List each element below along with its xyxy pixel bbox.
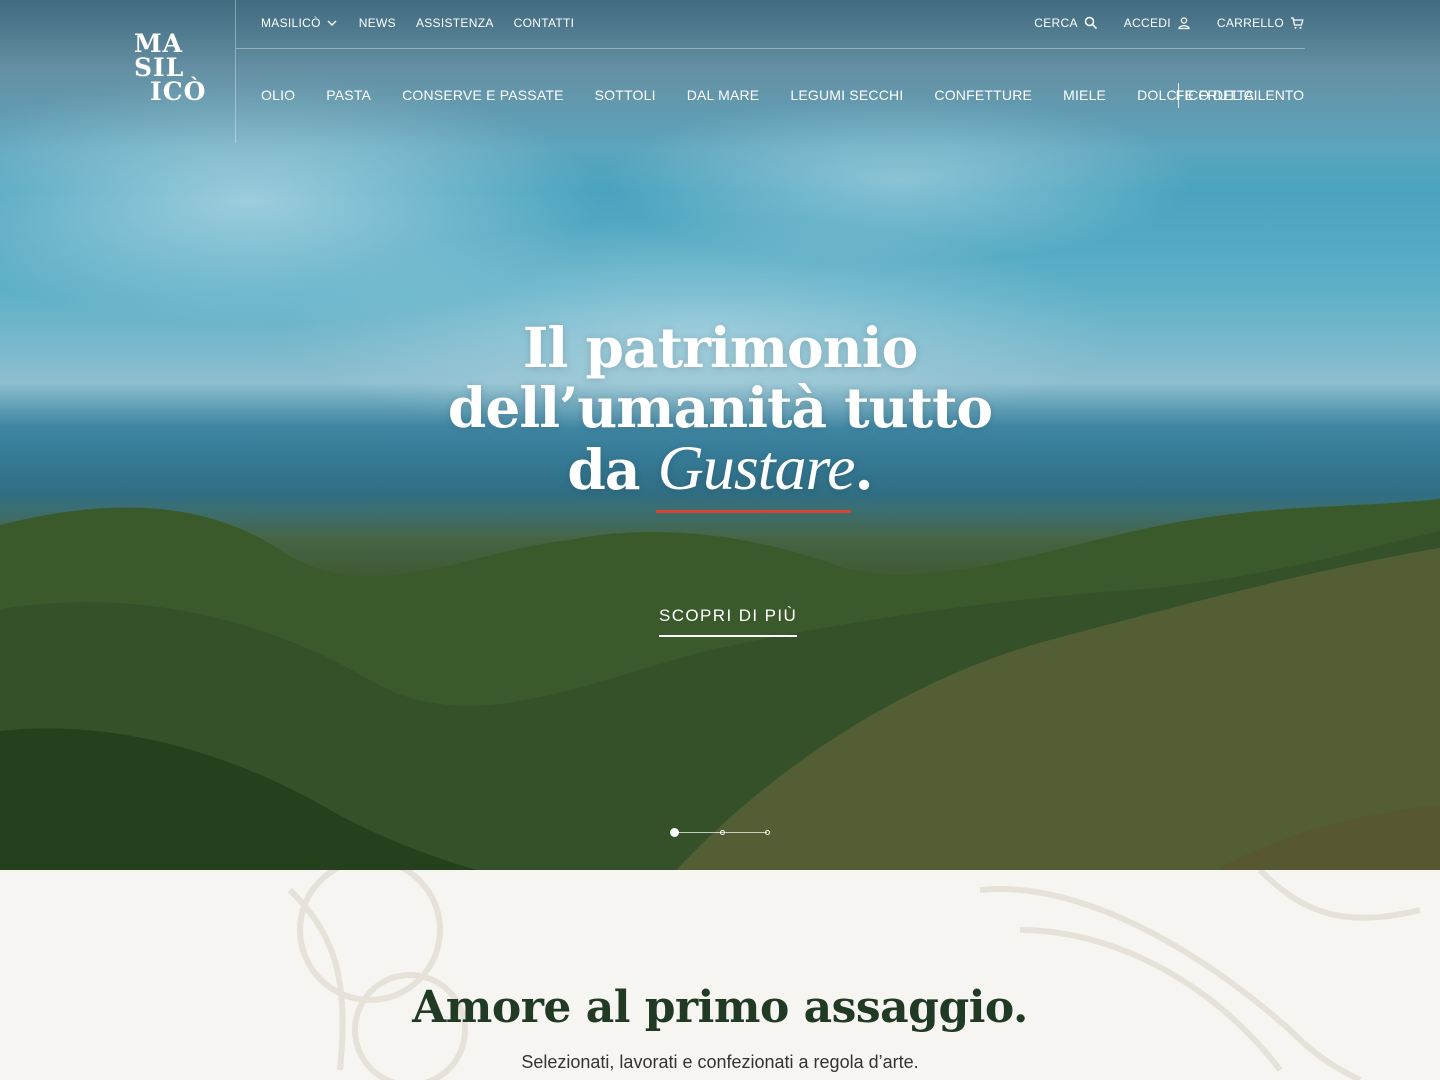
hero-line-3-prefix: da bbox=[567, 437, 658, 502]
header-vertical-divider bbox=[235, 0, 236, 143]
top-nav: MASILICÒ NEWS ASSISTENZA CONTATTI bbox=[261, 16, 574, 30]
search-icon bbox=[1084, 16, 1097, 30]
category-miele[interactable]: MIELE bbox=[1063, 87, 1106, 103]
topnav-masilico[interactable]: MASILICÒ bbox=[261, 16, 339, 30]
topnav-news[interactable]: NEWS bbox=[359, 16, 396, 30]
headline-accent-underline bbox=[656, 510, 851, 513]
category-conserve[interactable]: CONSERVE E PASSATE bbox=[402, 87, 564, 103]
topnav-contatti[interactable]: CONTATTI bbox=[514, 16, 575, 30]
discover-more-button[interactable]: SCOPRI DI PIÙ bbox=[659, 606, 798, 637]
search-button[interactable]: CERCA bbox=[1034, 16, 1098, 30]
search-label: CERCA bbox=[1034, 16, 1078, 30]
user-icon bbox=[1178, 17, 1190, 30]
section-subtitle: Selezionati, lavorati e confezionati a r… bbox=[521, 1052, 919, 1072]
category-olio[interactable]: OLIO bbox=[261, 87, 295, 103]
hero-hills bbox=[0, 498, 1440, 870]
category-pasta[interactable]: PASTA bbox=[326, 87, 371, 103]
category-confetture[interactable]: CONFETTURE bbox=[934, 87, 1032, 103]
intro-section: Amore al primo assaggio. Selezionati, la… bbox=[0, 870, 1440, 1080]
utility-nav: CERCA ACCEDI CARRELLO bbox=[1034, 16, 1304, 30]
cart-button[interactable]: CARRELLO bbox=[1217, 16, 1304, 30]
category-dal-mare[interactable]: DAL MARE bbox=[687, 87, 760, 103]
logo-line-3: ICÒ bbox=[150, 77, 207, 106]
category-nav: OLIO PASTA CONSERVE E PASSATE SOTTOLI DA… bbox=[261, 87, 1285, 103]
zucchini-sketch-decoration bbox=[979, 870, 1421, 1080]
hero-emphasis-word: Gustare bbox=[657, 432, 856, 503]
hero-headline: Il patrimonio dell’umanità tutto da Gust… bbox=[420, 318, 1020, 500]
brand-logo[interactable]: MA SIL ICÒ bbox=[134, 31, 214, 106]
slider-dot-1[interactable] bbox=[670, 828, 679, 837]
hero-line-3: da Gustare. bbox=[420, 436, 1020, 502]
cart-icon bbox=[1291, 17, 1304, 29]
chevron-down-icon bbox=[327, 20, 337, 26]
hero-line-1: Il patrimonio bbox=[522, 315, 919, 380]
header-horizontal-divider bbox=[236, 48, 1305, 49]
login-button[interactable]: ACCEDI bbox=[1124, 16, 1191, 30]
category-legumi[interactable]: LEGUMI SECCHI bbox=[790, 87, 903, 103]
cart-label: CARRELLO bbox=[1216, 16, 1284, 30]
slider-pagination bbox=[670, 828, 770, 838]
section-title: Amore al primo assaggio. bbox=[412, 982, 1028, 1033]
login-label: ACCEDI bbox=[1123, 16, 1171, 30]
hero-line-3-suffix: . bbox=[854, 437, 873, 502]
topnav-masilico-label: MASILICÒ bbox=[261, 16, 321, 30]
category-fico-del-cilento[interactable]: FICO DEL CILENTO bbox=[1176, 87, 1304, 103]
slider-dot-3[interactable] bbox=[765, 830, 770, 835]
hero-line-2: dell’umanità tutto bbox=[447, 375, 993, 440]
category-sottoli[interactable]: SOTTOLI bbox=[595, 87, 656, 103]
topnav-assistenza[interactable]: ASSISTENZA bbox=[416, 16, 494, 30]
slider-dot-2[interactable] bbox=[720, 830, 725, 835]
tomato-sketch-decoration bbox=[287, 870, 468, 1080]
